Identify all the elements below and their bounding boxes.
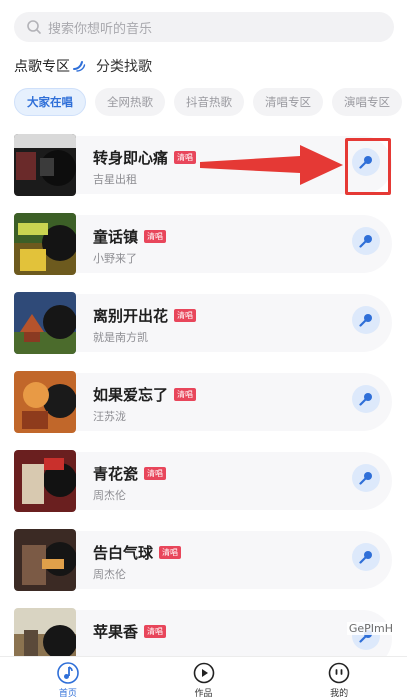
sing-button[interactable] <box>352 227 380 255</box>
album-cover <box>14 292 76 354</box>
sing-button[interactable] <box>352 148 380 176</box>
acapella-badge: 清唱 <box>144 230 167 243</box>
album-cover <box>14 371 76 433</box>
nav-home[interactable]: 首页 <box>0 657 136 699</box>
microphone-icon <box>359 235 372 248</box>
song-list: 转身即心痛清唱 吉星出租 童话镇清唱 小野来了 离别开出花清唱 就是南方凯 <box>0 134 407 687</box>
microphone-icon <box>359 393 372 406</box>
song-row[interactable]: 离别开出花 清唱 就是南方凯 <box>0 292 407 371</box>
active-swirl-icon <box>73 61 86 72</box>
search-icon <box>27 20 41 34</box>
tab-acapella[interactable]: 清唱专区 <box>253 88 323 116</box>
song-artist: 吉星出租 <box>93 173 137 186</box>
nav-works[interactable]: 作品 <box>136 657 272 699</box>
song-title: 转身即心痛 清唱 <box>93 147 197 168</box>
album-cover <box>14 529 76 591</box>
sing-button[interactable] <box>352 464 380 492</box>
acapella-badge: 清唱 <box>144 467 167 480</box>
tab-bar: 大家在唱 全网热歌 抖音热歌 清唱专区 演唱专区 <box>14 88 402 116</box>
song-title: 青花瓷 清唱 <box>93 463 167 484</box>
annotation-arrow <box>200 145 343 185</box>
section-category[interactable]: 分类找歌 <box>96 56 152 76</box>
album-cover <box>14 450 76 512</box>
play-circle-icon <box>193 662 214 684</box>
acapella-badge: 清唱 <box>174 151 197 164</box>
song-row[interactable]: 如果爱忘了 清唱 汪苏泷 <box>0 371 407 450</box>
microphone-icon <box>359 156 372 169</box>
song-artist: 汪苏泷 <box>93 410 126 423</box>
microphone-icon <box>359 472 372 485</box>
section-song-request[interactable]: 点歌专区 <box>14 56 70 76</box>
tab-everyone-singing[interactable]: 大家在唱 <box>14 88 86 116</box>
section-switcher: 点歌专区 分类找歌 <box>14 56 152 76</box>
album-cover <box>14 213 76 275</box>
watermark: GePImH <box>346 622 395 635</box>
song-artist: 就是南方凯 <box>93 331 148 344</box>
nav-mine[interactable]: 我的 <box>271 657 407 699</box>
song-row[interactable]: 童话镇 清唱 小野来了 <box>0 213 407 292</box>
song-title: 苹果香 清唱 <box>93 621 167 642</box>
song-row[interactable]: 青花瓷 清唱 周杰伦 <box>0 450 407 529</box>
face-icon <box>328 662 350 684</box>
sing-button[interactable] <box>352 385 380 413</box>
microphone-icon <box>359 551 372 564</box>
song-artist: 小野来了 <box>93 252 137 265</box>
song-title: 童话镇 清唱 <box>93 226 167 247</box>
bottom-nav: 首页 作品 我的 <box>0 656 407 699</box>
sing-button[interactable] <box>352 306 380 334</box>
search-bar[interactable]: 搜索你想听的音乐 <box>14 12 394 42</box>
nav-works-label: 作品 <box>194 689 213 699</box>
album-cover <box>14 134 76 196</box>
song-title: 如果爱忘了 清唱 <box>93 384 197 405</box>
acapella-badge: 清唱 <box>174 309 197 322</box>
song-title: 离别开出花 清唱 <box>93 305 197 326</box>
nav-mine-label: 我的 <box>330 689 349 699</box>
tab-hot-songs[interactable]: 全网热歌 <box>95 88 165 116</box>
nav-home-label: 首页 <box>58 689 77 699</box>
song-title: 告白气球 清唱 <box>93 542 182 563</box>
song-artist: 周杰伦 <box>93 489 126 502</box>
tab-douyin-hot[interactable]: 抖音热歌 <box>174 88 244 116</box>
microphone-icon <box>359 314 372 327</box>
acapella-badge: 清唱 <box>159 546 182 559</box>
song-row[interactable]: 告白气球 清唱 周杰伦 <box>0 529 407 608</box>
acapella-badge: 清唱 <box>174 388 197 401</box>
music-note-icon <box>57 662 79 684</box>
song-artist: 周杰伦 <box>93 568 126 581</box>
acapella-badge: 清唱 <box>144 625 167 638</box>
sing-button[interactable] <box>352 543 380 571</box>
tab-performance[interactable]: 演唱专区 <box>332 88 402 116</box>
search-placeholder: 搜索你想听的音乐 <box>48 21 153 37</box>
